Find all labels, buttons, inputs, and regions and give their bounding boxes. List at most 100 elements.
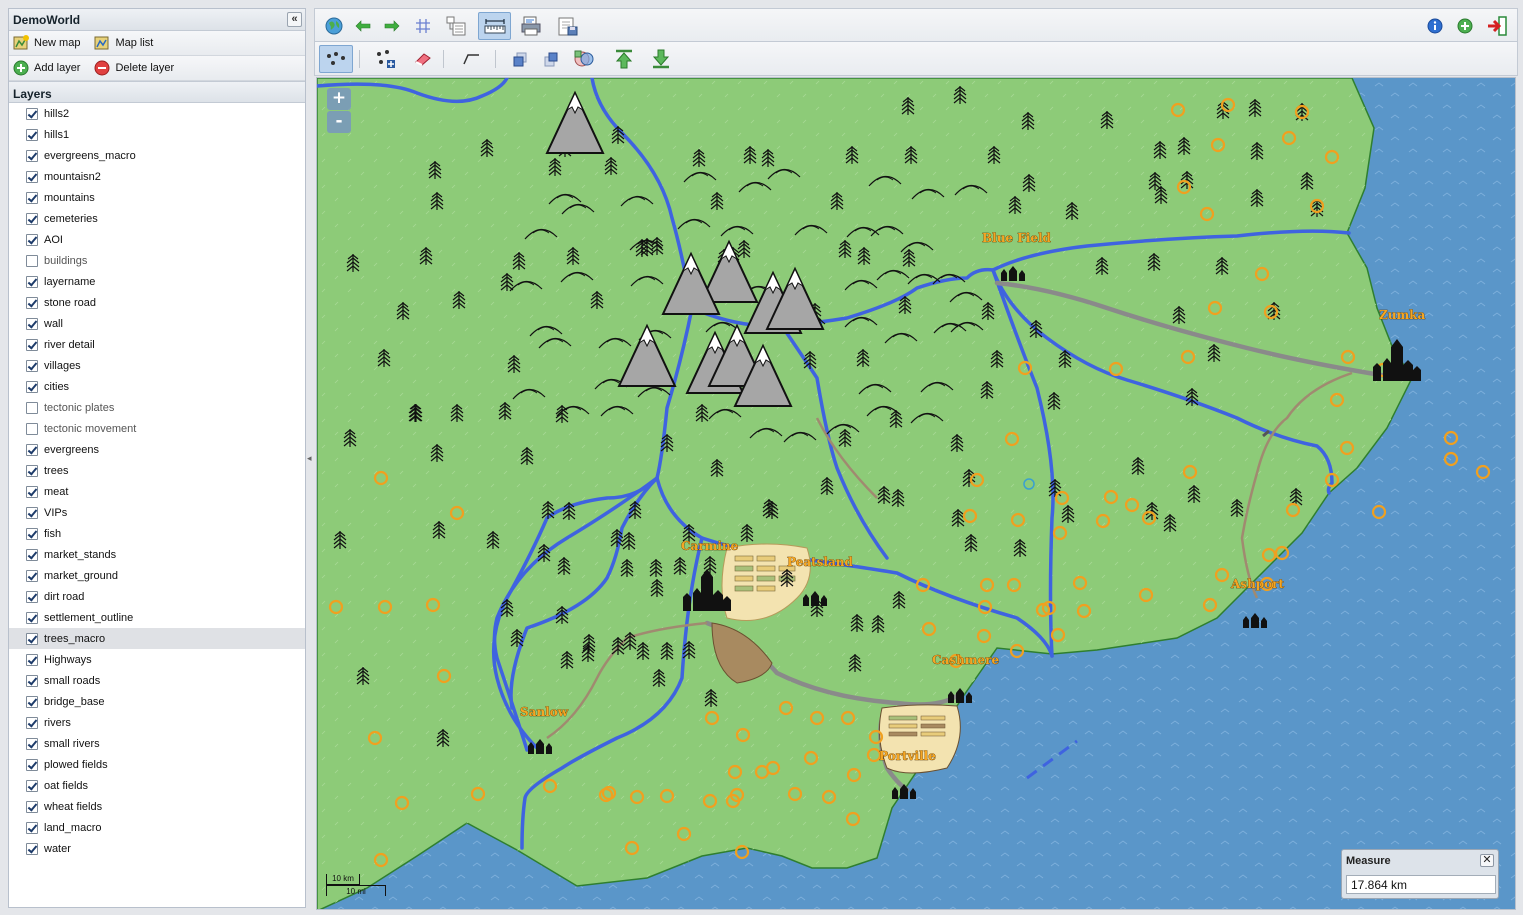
layer-item[interactable]: market_stands bbox=[9, 544, 305, 565]
layer-item[interactable]: cemeteries bbox=[9, 208, 305, 229]
eraser-button[interactable] bbox=[408, 45, 438, 73]
layer-visibility-checkbox[interactable] bbox=[26, 212, 38, 225]
layer-item[interactable]: AOI bbox=[9, 229, 305, 250]
layer-item[interactable]: small roads bbox=[9, 670, 305, 691]
layer-item[interactable]: tectonic movement bbox=[9, 418, 305, 439]
layer-tree-button[interactable] bbox=[441, 12, 471, 40]
add-point-button[interactable] bbox=[370, 45, 400, 73]
layer-item[interactable]: plowed fields bbox=[9, 754, 305, 775]
layer-item[interactable]: tectonic plates bbox=[9, 397, 305, 418]
layer-item[interactable]: trees bbox=[9, 460, 305, 481]
layer-item[interactable]: evergreens bbox=[9, 439, 305, 460]
layer-item[interactable]: wall bbox=[9, 313, 305, 334]
info-button[interactable] bbox=[1420, 12, 1450, 40]
layer-visibility-checkbox[interactable] bbox=[26, 338, 38, 351]
layer-visibility-checkbox[interactable] bbox=[26, 233, 38, 246]
layer-item[interactable]: mountaisn2 bbox=[9, 166, 305, 187]
layer-visibility-checkbox[interactable] bbox=[26, 485, 38, 498]
layer-visibility-checkbox[interactable] bbox=[26, 569, 38, 582]
layer-visibility-checkbox[interactable] bbox=[26, 401, 38, 414]
layer-item[interactable]: small rivers bbox=[9, 733, 305, 754]
layer-visibility-checkbox[interactable] bbox=[26, 716, 38, 729]
layer-visibility-checkbox[interactable] bbox=[26, 254, 38, 267]
layer-item[interactable]: Highways bbox=[9, 649, 305, 670]
map-canvas[interactable]: Blue Field Zumka Carmine Peatsland Ashpo… bbox=[316, 77, 1516, 910]
new-map-button[interactable]: New map bbox=[13, 35, 80, 51]
layer-item[interactable]: layername bbox=[9, 271, 305, 292]
map-list-button[interactable]: Map list bbox=[94, 35, 153, 51]
layer-visibility-checkbox[interactable] bbox=[26, 170, 38, 183]
add-layer-button[interactable]: Add layer bbox=[13, 60, 80, 76]
layer-item[interactable]: market_ground bbox=[9, 565, 305, 586]
add-button[interactable] bbox=[1450, 12, 1480, 40]
logout-button[interactable] bbox=[1483, 12, 1513, 40]
layer-visibility-checkbox[interactable] bbox=[26, 653, 38, 666]
layer-visibility-checkbox[interactable] bbox=[26, 779, 38, 792]
layer-item[interactable]: hills1 bbox=[9, 124, 305, 145]
layer-item[interactable]: villages bbox=[9, 355, 305, 376]
intersect-button[interactable] bbox=[569, 45, 599, 73]
collapse-sidebar-button[interactable]: « bbox=[287, 12, 302, 27]
layer-visibility-checkbox[interactable] bbox=[26, 737, 38, 750]
bring-forward-button[interactable] bbox=[505, 45, 535, 73]
layer-visibility-checkbox[interactable] bbox=[26, 590, 38, 603]
layer-visibility-checkbox[interactable] bbox=[26, 149, 38, 162]
layer-item[interactable]: VIPs bbox=[9, 502, 305, 523]
zoom-out-button[interactable]: - bbox=[327, 111, 351, 133]
layer-item[interactable]: mountains bbox=[9, 187, 305, 208]
send-backward-button[interactable] bbox=[536, 45, 566, 73]
layer-visibility-checkbox[interactable] bbox=[26, 506, 38, 519]
layer-item[interactable]: fish bbox=[9, 523, 305, 544]
layer-item[interactable]: land_macro bbox=[9, 817, 305, 838]
measure-close-button[interactable]: ✕ bbox=[1480, 854, 1494, 867]
layer-item[interactable]: dirt road bbox=[9, 586, 305, 607]
sidebar-splitter[interactable]: ◂ bbox=[306, 8, 314, 908]
layer-visibility-checkbox[interactable] bbox=[26, 191, 38, 204]
layer-visibility-checkbox[interactable] bbox=[26, 842, 38, 855]
back-button[interactable] bbox=[348, 12, 378, 40]
move-layer-top-button[interactable] bbox=[609, 45, 639, 73]
layer-visibility-checkbox[interactable] bbox=[26, 317, 38, 330]
layer-visibility-checkbox[interactable] bbox=[26, 464, 38, 477]
save-map-button[interactable] bbox=[553, 12, 583, 40]
layer-item[interactable]: bridge_base bbox=[9, 691, 305, 712]
layer-visibility-checkbox[interactable] bbox=[26, 821, 38, 834]
select-points-button[interactable] bbox=[319, 45, 353, 73]
layer-item[interactable]: wheat fields bbox=[9, 796, 305, 817]
layer-visibility-checkbox[interactable] bbox=[26, 107, 38, 120]
layer-item[interactable]: trees_macro bbox=[9, 628, 305, 649]
measure-button[interactable] bbox=[478, 12, 511, 40]
forward-button[interactable] bbox=[377, 12, 407, 40]
layer-item[interactable]: cities bbox=[9, 376, 305, 397]
delete-layer-button[interactable]: Delete layer bbox=[94, 60, 174, 76]
zoom-in-button[interactable]: + bbox=[327, 88, 351, 110]
layer-visibility-checkbox[interactable] bbox=[26, 296, 38, 309]
layer-visibility-checkbox[interactable] bbox=[26, 800, 38, 813]
layer-visibility-checkbox[interactable] bbox=[26, 422, 38, 435]
layer-visibility-checkbox[interactable] bbox=[26, 695, 38, 708]
layer-visibility-checkbox[interactable] bbox=[26, 758, 38, 771]
layer-visibility-checkbox[interactable] bbox=[26, 611, 38, 624]
layer-visibility-checkbox[interactable] bbox=[26, 632, 38, 645]
layer-item[interactable]: meat bbox=[9, 481, 305, 502]
layer-item[interactable]: river detail bbox=[9, 334, 305, 355]
layer-item[interactable]: evergreens_macro bbox=[9, 145, 305, 166]
layer-visibility-checkbox[interactable] bbox=[26, 548, 38, 561]
layer-visibility-checkbox[interactable] bbox=[26, 128, 38, 141]
print-map-button[interactable] bbox=[517, 12, 547, 40]
layer-item[interactable]: rivers bbox=[9, 712, 305, 733]
layer-item[interactable]: oat fields bbox=[9, 775, 305, 796]
layer-visibility-checkbox[interactable] bbox=[26, 443, 38, 456]
layer-item[interactable]: water bbox=[9, 838, 305, 859]
layer-item[interactable]: buildings bbox=[9, 250, 305, 271]
layer-visibility-checkbox[interactable] bbox=[26, 359, 38, 372]
draw-line-button[interactable] bbox=[456, 45, 486, 73]
layer-item[interactable]: hills2 bbox=[9, 103, 305, 124]
layer-item[interactable]: settlement_outline bbox=[9, 607, 305, 628]
move-layer-bottom-button[interactable] bbox=[646, 45, 676, 73]
layer-item[interactable]: stone road bbox=[9, 292, 305, 313]
layer-visibility-checkbox[interactable] bbox=[26, 527, 38, 540]
layer-visibility-checkbox[interactable] bbox=[26, 275, 38, 288]
grid-button[interactable] bbox=[408, 12, 438, 40]
layer-visibility-checkbox[interactable] bbox=[26, 380, 38, 393]
